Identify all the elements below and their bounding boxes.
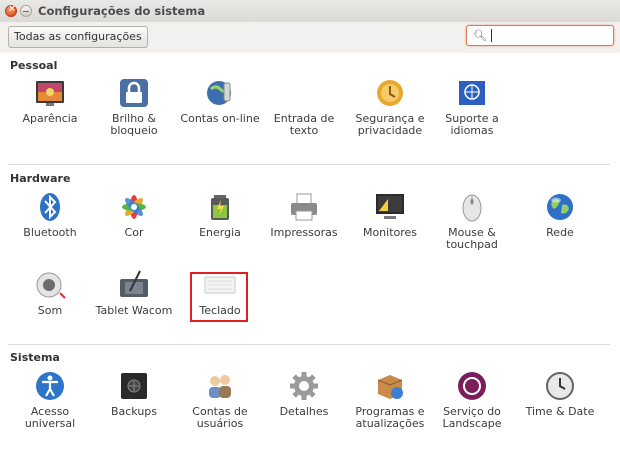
language-flag-icon: [459, 81, 485, 105]
monitor-icon: [376, 194, 404, 219]
bluetooth-icon: [40, 193, 60, 221]
accessibility-icon: [36, 372, 64, 400]
window-title: Configurações do sistema: [38, 4, 206, 18]
toolbar: Todas as configurações 🔍︎: [0, 22, 620, 52]
item-label: Segurança e privacidade: [355, 112, 425, 137]
selection-highlight-box: [190, 272, 248, 322]
section-divider: [8, 344, 610, 345]
section-divider: [8, 164, 610, 165]
network-globe-icon: [547, 194, 573, 220]
item-label: Cor: [124, 226, 144, 239]
item-label: Programas e atualizações: [355, 405, 425, 430]
item-label: Aparência: [22, 112, 78, 125]
safe-icon: [121, 373, 147, 399]
item-label: Backups: [110, 405, 158, 418]
item-label: Impressoras: [270, 226, 338, 239]
privacy-icon: [377, 80, 403, 106]
text-cursor: [491, 29, 492, 42]
lock-icon: [120, 79, 148, 107]
appearance-icon: [36, 81, 64, 106]
item-label: Entrada de texto: [273, 112, 335, 137]
item-label: Detalhes: [279, 405, 329, 418]
gear-icon: [290, 372, 318, 400]
section-title-hardware: Hardware: [10, 172, 71, 185]
item-label: Contas de usuários: [192, 405, 248, 430]
online-accounts-icon: [207, 81, 231, 105]
item-label: Monitores: [362, 226, 418, 239]
section-title-sistema: Sistema: [10, 351, 60, 364]
software-box-icon: [377, 375, 403, 399]
clock-icon: [546, 372, 574, 400]
item-label: Mouse & touchpad: [446, 226, 498, 251]
item-label: Energia: [199, 226, 241, 239]
item-label: Serviço do Landscape: [442, 405, 502, 430]
title-bar: × Configurações do sistema: [0, 0, 620, 23]
all-settings-button[interactable]: Todas as configurações: [8, 26, 148, 48]
item-label: Bluetooth: [23, 226, 77, 239]
users-icon: [209, 375, 231, 398]
item-label: Contas on-line: [180, 112, 260, 125]
tablet-icon: [120, 270, 148, 297]
landscape-icon: [458, 372, 486, 400]
item-label: Time & Date: [525, 405, 595, 418]
close-icon[interactable]: ×: [5, 4, 17, 17]
settings-panel: Pessoal Aparência Brilho & bloqueio Cont…: [0, 53, 620, 456]
sound-icon: [36, 272, 66, 299]
section-title-pessoal: Pessoal: [10, 59, 58, 72]
item-label: Som: [37, 304, 63, 317]
search-input[interactable]: 🔍︎: [466, 25, 614, 46]
minimize-icon[interactable]: [20, 5, 32, 17]
item-label: Brilho & bloqueio: [110, 112, 158, 137]
mouse-icon: [462, 194, 482, 222]
item-label: Suporte a idiomas: [445, 112, 499, 137]
item-label: Tablet Wacom: [95, 304, 173, 317]
color-icon: [122, 195, 146, 219]
item-label: Rede: [546, 226, 574, 239]
printer-icon: [291, 193, 317, 221]
item-label: Acesso universal: [24, 405, 76, 430]
battery-icon: [211, 195, 229, 220]
search-icon: 🔍︎: [473, 29, 487, 42]
